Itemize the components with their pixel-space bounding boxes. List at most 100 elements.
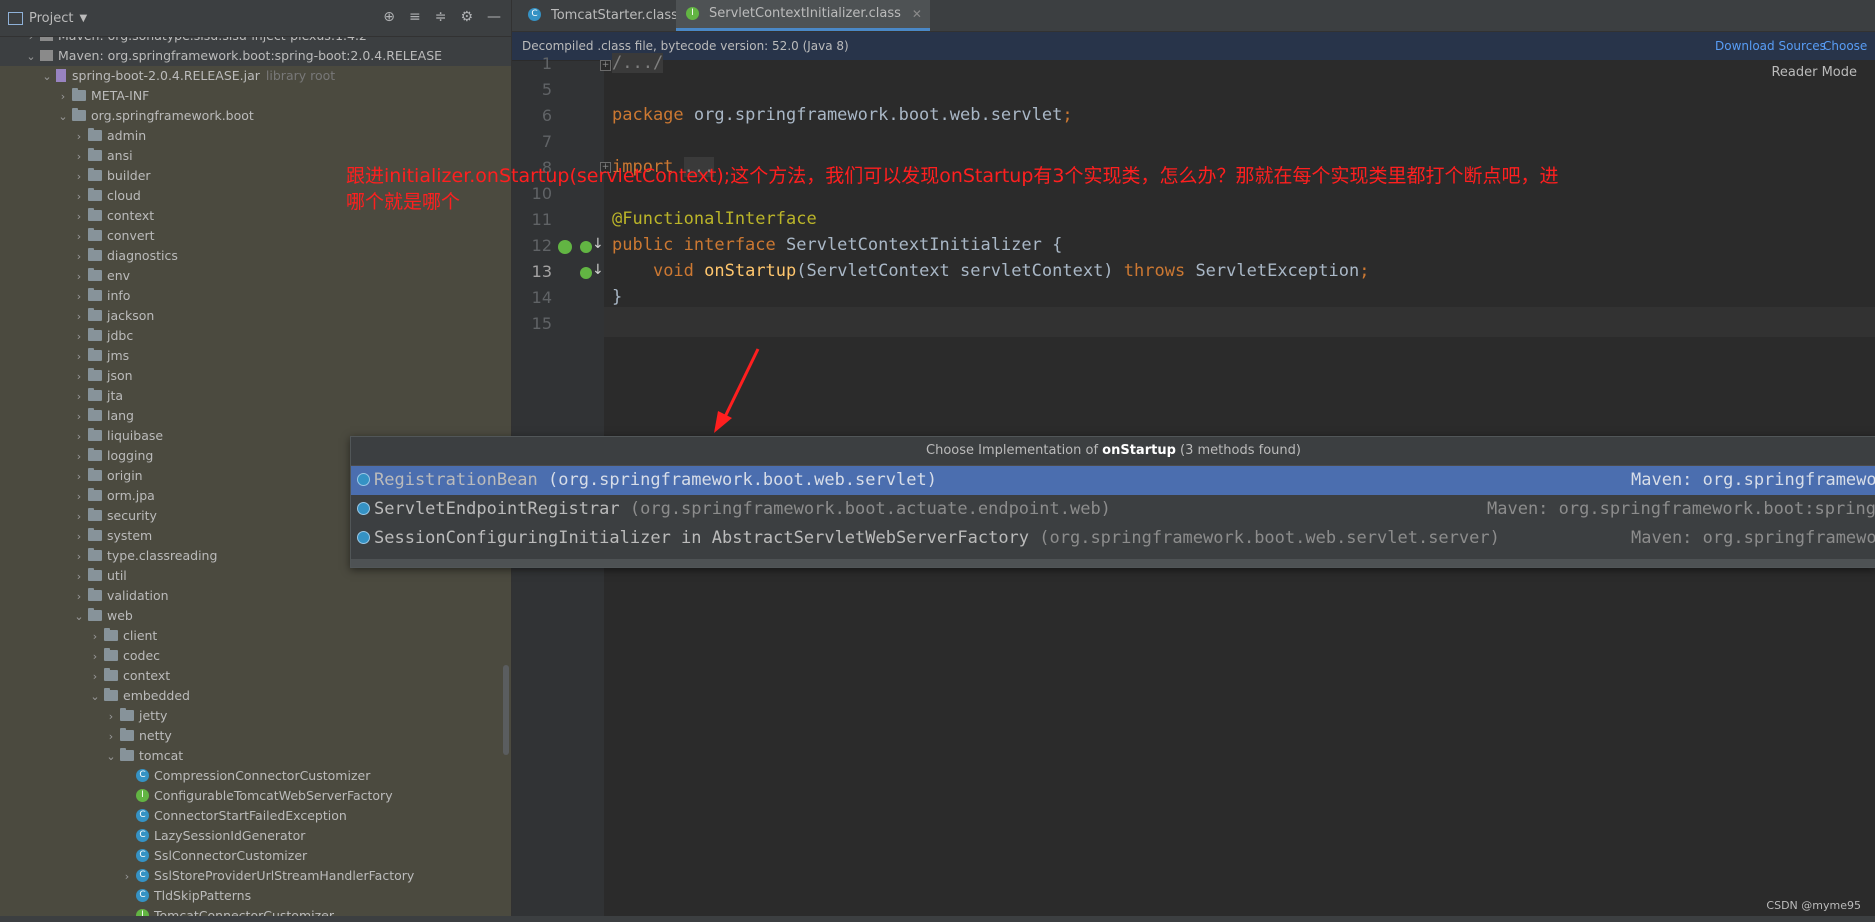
chevron-down-icon[interactable]: ⌄	[56, 107, 70, 127]
implemented-icon[interactable]	[558, 240, 572, 254]
tree-class-item[interactable]: C ConnectorStartFailedException	[0, 806, 511, 826]
chevron-right-icon[interactable]: ›	[72, 547, 86, 567]
tree-item[interactable]: › json	[0, 366, 511, 387]
chevron-right-icon[interactable]: ›	[72, 327, 86, 347]
tree-scrollbar[interactable]	[503, 665, 509, 755]
chevron-down-icon[interactable]: ⌄	[40, 67, 54, 87]
tree-item[interactable]: ⌄ tomcat	[0, 746, 511, 767]
chevron-right-icon[interactable]: ›	[72, 287, 86, 307]
tree-item[interactable]: ⌄ spring-boot-2.0.4.RELEASE.jar library ro…	[0, 66, 511, 87]
tree-item[interactable]: › lang	[0, 406, 511, 427]
chevron-right-icon[interactable]: ›	[72, 407, 86, 427]
chevron-right-icon[interactable]: ›	[72, 147, 86, 167]
tree-item[interactable]: ⌄ org.springframework.boot	[0, 106, 511, 127]
chevron-down-icon[interactable]: ⌄	[88, 687, 102, 707]
collapse-all-icon[interactable]: ≑	[435, 9, 447, 25]
chevron-right-icon[interactable]: ›	[72, 487, 86, 507]
chevron-right-icon[interactable]: ›	[120, 867, 134, 887]
tree-item[interactable]: › env	[0, 266, 511, 287]
tree-item[interactable]: › jdbc	[0, 326, 511, 347]
chevron-right-icon[interactable]: ›	[104, 727, 118, 747]
chevron-right-icon[interactable]: ›	[72, 567, 86, 587]
gear-icon[interactable]: ⚙	[460, 9, 473, 25]
tree-class-item[interactable]: › C SslStoreProviderUrlStreamHandlerFactor…	[0, 866, 511, 887]
tree-item[interactable]: ⌄ embedded	[0, 686, 511, 707]
folder-icon	[88, 508, 102, 521]
code-line: public interface ServletContextInitializ…	[612, 235, 1063, 255]
tree-class-item[interactable]: C CompressionConnectorCustomizer	[0, 766, 511, 786]
chevron-right-icon[interactable]: ›	[88, 627, 102, 647]
tree-item[interactable]: › diagnostics	[0, 246, 511, 267]
library-root-label: library root	[265, 68, 336, 83]
tree-item[interactable]: › util	[0, 566, 511, 587]
tree-item-label: embedded	[123, 688, 190, 703]
chevron-right-icon[interactable]: ›	[88, 647, 102, 667]
reader-mode-button[interactable]: Reader Mode	[1771, 65, 1857, 80]
tree-item[interactable]: ⌄ Maven: org.springframework.boot:spring-…	[0, 46, 442, 66]
chevron-right-icon[interactable]: ›	[72, 527, 86, 547]
chevron-down-icon[interactable]: ⌄	[104, 747, 118, 767]
tab-servletcontextinitializer-class[interactable]: I ServletContextInitializer.class ✕	[676, 0, 930, 31]
chevron-down-icon[interactable]: ⌄	[72, 607, 86, 627]
fold-toggle-icon[interactable]: +	[600, 60, 611, 71]
folder-icon	[88, 448, 102, 461]
locate-icon[interactable]: ⊕	[383, 9, 395, 25]
chevron-right-icon[interactable]: ›	[72, 507, 86, 527]
chevron-right-icon[interactable]: ›	[72, 247, 86, 267]
line-number: 1	[541, 54, 552, 73]
expand-all-icon[interactable]: ≡	[409, 9, 421, 25]
chevron-right-icon[interactable]: ›	[72, 447, 86, 467]
tree-item[interactable]: › jetty	[0, 706, 511, 727]
tree-item[interactable]: › netty	[0, 726, 511, 747]
chevron-right-icon[interactable]: ›	[72, 127, 86, 147]
chevron-down-icon[interactable]: ⌄	[24, 47, 38, 67]
chevron-right-icon[interactable]: ›	[72, 207, 86, 227]
implementation-item[interactable]: SessionConfiguringInitializer in Abstrac…	[351, 524, 1875, 553]
close-icon[interactable]: ✕	[912, 0, 922, 30]
code-line: void onStartup(ServletContext servletCon…	[652, 261, 1370, 281]
tree-item[interactable]: ⌄ web	[0, 606, 511, 627]
tree-item[interactable]: › META-INF	[0, 86, 511, 107]
tree-class-item[interactable]: C TldSkipPatterns	[0, 886, 511, 906]
implementation-item[interactable]: RegistrationBean (org.springframework.bo…	[351, 466, 1875, 495]
tree-item[interactable]: › admin	[0, 126, 511, 147]
chevron-right-icon[interactable]: ›	[72, 167, 86, 187]
implementation-package: (org.springframework.boot.web.servlet.se…	[1029, 528, 1500, 548]
tree-item[interactable]: › context	[0, 666, 511, 687]
chevron-right-icon[interactable]: ›	[104, 707, 118, 727]
tree-item[interactable]: › jta	[0, 386, 511, 407]
folder-icon	[72, 108, 86, 121]
implementation-item[interactable]: ServletEndpointRegistrar (org.springfram…	[351, 495, 1875, 524]
chevron-right-icon[interactable]: ›	[72, 307, 86, 327]
implementations-icon[interactable]	[580, 267, 592, 279]
tree-class-item[interactable]: I ConfigurableTomcatWebServerFactory	[0, 786, 511, 806]
chevron-right-icon[interactable]: ›	[88, 667, 102, 687]
class-icon: C	[136, 869, 149, 882]
implementations-icon[interactable]	[580, 241, 592, 253]
chevron-right-icon[interactable]: ›	[72, 587, 86, 607]
tree-item[interactable]: › jackson	[0, 306, 511, 327]
chevron-right-icon[interactable]: ›	[72, 187, 86, 207]
download-sources-link[interactable]: Download Sources	[1715, 32, 1826, 60]
chevron-right-icon[interactable]: ›	[72, 347, 86, 367]
implementation-source: Maven: org.springframework.boot:spring-b…	[1471, 495, 1875, 524]
tree-item[interactable]: › convert	[0, 226, 511, 247]
tree-item[interactable]: › validation	[0, 586, 511, 607]
tree-item[interactable]: › jms	[0, 346, 511, 367]
project-view-selector[interactable]: Project ▼	[8, 11, 87, 26]
folder-icon	[88, 368, 102, 381]
chevron-right-icon[interactable]: ›	[72, 267, 86, 287]
chevron-right-icon[interactable]: ›	[56, 87, 70, 107]
chevron-right-icon[interactable]: ›	[72, 467, 86, 487]
status-strip	[0, 916, 1875, 922]
chevron-right-icon[interactable]: ›	[72, 427, 86, 447]
tree-class-item[interactable]: C SslConnectorCustomizer	[0, 846, 511, 866]
chevron-right-icon[interactable]: ›	[72, 227, 86, 247]
chevron-right-icon[interactable]: ›	[72, 367, 86, 387]
tree-item[interactable]: › codec	[0, 646, 511, 667]
hide-icon[interactable]: —	[487, 9, 501, 25]
chevron-right-icon[interactable]: ›	[72, 387, 86, 407]
tree-class-item[interactable]: C LazySessionIdGenerator	[0, 826, 511, 846]
tree-item[interactable]: › info	[0, 286, 511, 307]
tree-item[interactable]: › client	[0, 626, 511, 647]
